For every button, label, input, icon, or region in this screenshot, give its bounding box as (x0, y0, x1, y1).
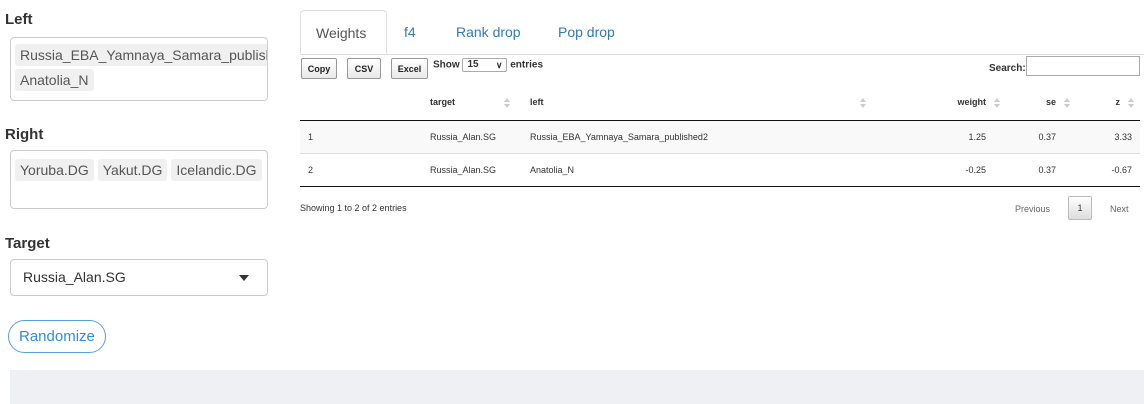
sort-icon (1128, 98, 1134, 108)
sort-icon (860, 98, 866, 108)
footer-band (10, 370, 1144, 404)
column-header-label: left (530, 97, 544, 108)
copy-button[interactable]: Copy (301, 58, 337, 79)
table-info: Showing 1 to 2 of 2 entries (300, 203, 407, 213)
chevron-down-icon (239, 275, 249, 281)
excel-button[interactable]: Excel (391, 58, 428, 79)
cell-weight: -0.25 (872, 153, 1006, 187)
right-chip[interactable]: Yoruba.DG (15, 159, 94, 181)
chevron-down-icon: ∨ (495, 60, 503, 70)
column-header-z[interactable]: z (1076, 85, 1140, 121)
tab-pop-drop[interactable]: Pop drop (558, 10, 615, 54)
show-label: Show (433, 59, 460, 71)
entries-label: entries (510, 59, 544, 71)
target-select-value: Russia_Alan.SG (23, 269, 126, 285)
csv-button[interactable]: CSV (347, 58, 381, 79)
column-header-index[interactable] (300, 85, 358, 121)
previous-button[interactable]: Previous (1015, 204, 1050, 214)
sidebar: Left Russia_EBA_Yamnaya_Samara_published… (0, 0, 290, 370)
left-label: Left (5, 11, 33, 28)
column-header-target[interactable]: target (358, 85, 516, 121)
left-chip[interactable]: Anatolia_N (15, 69, 94, 91)
sort-icon (994, 98, 1000, 108)
sort-icon (1064, 98, 1070, 108)
column-header-left[interactable]: left (516, 85, 872, 121)
cell-z: -0.67 (1076, 153, 1140, 187)
column-header-weight[interactable]: weight (872, 85, 1006, 121)
randomize-button[interactable]: Randomize (8, 320, 106, 353)
cell-target: Russia_Alan.SG (358, 153, 516, 187)
tab-f4[interactable]: f4 (404, 10, 416, 54)
length-value: 15 (467, 59, 479, 70)
cell-index: 1 (300, 120, 358, 154)
results-table: target left weight se z 1 Russia_Alan.SG… (300, 85, 1140, 187)
table-row[interactable]: 2 Russia_Alan.SG Anatolia_N -0.25 0.37 -… (300, 153, 1140, 187)
tab-bar: Weights f4 Rank drop Pop drop (300, 10, 1144, 55)
sort-icon (504, 98, 510, 108)
column-header-label: weight (957, 97, 987, 108)
target-select[interactable]: Russia_Alan.SG (10, 259, 268, 296)
column-header-label: target (430, 97, 456, 108)
right-chip[interactable]: Yakut.DG (97, 159, 168, 181)
length-select[interactable]: 15 ∨ (462, 58, 508, 72)
cell-target: Russia_Alan.SG (358, 120, 516, 154)
cell-left: Anatolia_N (516, 153, 872, 187)
table-row[interactable]: 1 Russia_Alan.SG Russia_EBA_Yamnaya_Sama… (300, 120, 1140, 154)
column-header-label: se (1045, 97, 1056, 108)
search-label: Search: (989, 63, 1026, 74)
cell-se: 0.37 (1006, 120, 1076, 154)
cell-z: 3.33 (1076, 120, 1140, 154)
right-chip[interactable]: Icelandic.DG (171, 159, 262, 181)
column-header-label: z (1115, 97, 1121, 108)
cell-weight: 1.25 (872, 120, 1006, 154)
cell-index: 2 (300, 153, 358, 187)
right-label: Right (5, 126, 44, 143)
right-multiselect[interactable]: Yoruba.DG Yakut.DG Icelandic.DG (10, 150, 268, 209)
header-row: target left weight se z (300, 85, 1140, 121)
cell-se: 0.37 (1006, 153, 1076, 187)
next-button[interactable]: Next (1110, 204, 1129, 214)
length-control: Show 15 ∨ entries (433, 58, 543, 72)
left-chip[interactable]: Russia_EBA_Yamnaya_Samara_published2 (15, 44, 267, 66)
tab-weights[interactable]: Weights (300, 10, 387, 54)
target-label: Target (5, 235, 50, 252)
tab-rank-drop[interactable]: Rank drop (456, 10, 521, 54)
page-button-1[interactable]: 1 (1068, 196, 1092, 220)
cell-left: Russia_EBA_Yamnaya_Samara_published2 (516, 120, 872, 154)
search-input[interactable] (1026, 56, 1140, 76)
left-multiselect[interactable]: Russia_EBA_Yamnaya_Samara_published2 Ana… (10, 37, 268, 101)
column-header-se[interactable]: se (1006, 85, 1076, 121)
